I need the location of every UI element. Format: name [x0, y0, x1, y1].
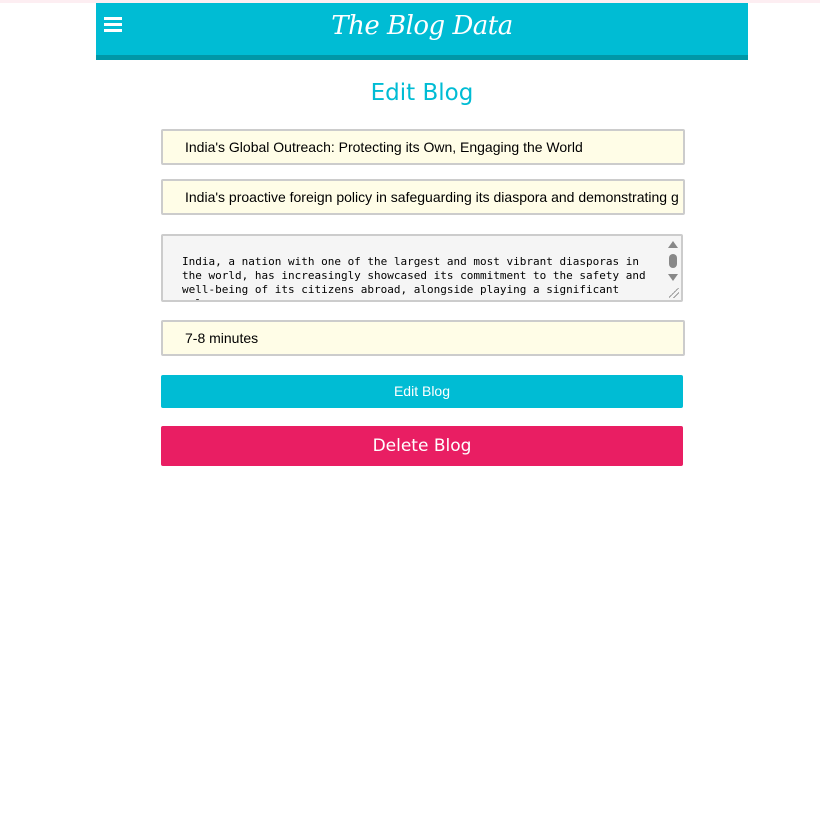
- edit-blog-button[interactable]: Edit Blog: [161, 375, 683, 408]
- brand-title[interactable]: The Blog Data: [96, 11, 748, 41]
- scroll-up-arrow-icon[interactable]: [668, 241, 678, 248]
- delete-blog-button[interactable]: Delete Blog: [161, 426, 683, 466]
- read-time-input[interactable]: 7-8 minutes: [161, 320, 685, 356]
- blog-title-input[interactable]: India's Global Outreach: Protecting its …: [161, 129, 685, 165]
- scroll-down-arrow-icon[interactable]: [668, 274, 678, 281]
- blog-description-input[interactable]: India's proactive foreign policy in safe…: [161, 179, 685, 215]
- resize-grip-icon[interactable]: [669, 288, 679, 298]
- blog-content-text[interactable]: India, a nation with one of the largest …: [182, 255, 652, 300]
- page-title: Edit Blog: [370, 80, 474, 106]
- scroll-thumb[interactable]: [669, 254, 677, 268]
- navbar: The Blog Data: [96, 3, 748, 60]
- blog-content-textarea[interactable]: India, a nation with one of the largest …: [161, 234, 683, 302]
